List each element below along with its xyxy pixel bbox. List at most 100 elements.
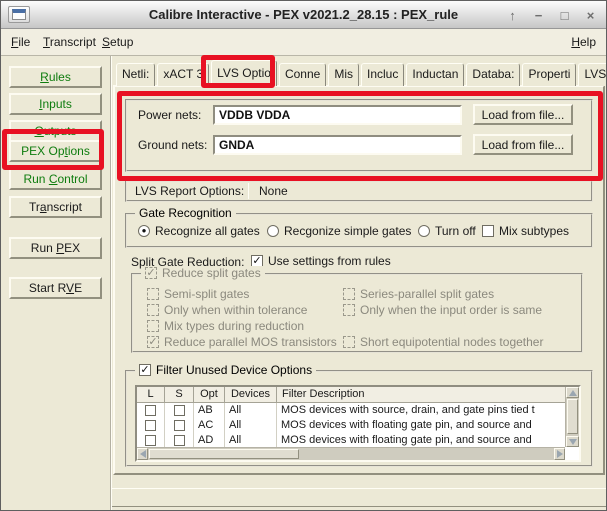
menu-file[interactable]: File — [7, 29, 34, 55]
radio-label: Turn off — [435, 224, 476, 238]
tab-inductance[interactable]: Inductan — [406, 63, 465, 86]
horizontal-scroll-thumb[interactable] — [149, 449, 299, 459]
horizontal-scrollbar[interactable] — [137, 447, 565, 460]
column-header-l[interactable]: L — [137, 387, 165, 402]
checkbox-icon — [147, 288, 159, 300]
shade-button[interactable]: ↑ — [505, 8, 520, 23]
checkbox-icon[interactable] — [145, 420, 156, 431]
checkbox-icon — [343, 336, 355, 348]
minimize-button[interactable]: − — [531, 8, 546, 23]
checkbox-filter-unused-device-options[interactable]: ✓ Filter Unused Device Options — [135, 363, 317, 377]
sidebar-button-outputs[interactable]: Outputs — [9, 120, 102, 142]
radio-label: Recgonize simple gates — [284, 224, 412, 238]
opt-cell: AC — [194, 418, 225, 433]
checkbox-icon[interactable] — [173, 405, 185, 416]
column-header-filter-description[interactable]: Filter Description — [277, 387, 565, 402]
sidebar-divider — [110, 56, 112, 510]
checkbox-mix-subtypes[interactable]: Mix subtypes — [482, 224, 569, 238]
table-header-row: L S Opt Devices Filter Description — [137, 387, 565, 403]
tab-xact3[interactable]: xACT 3 — [157, 63, 210, 86]
tab-lvs-box[interactable]: LVS B — [578, 63, 606, 86]
checkbox-icon[interactable] — [145, 435, 156, 446]
description-cell: MOS devices with floating gate pin, and … — [281, 434, 532, 446]
checkbox-icon[interactable] — [173, 435, 185, 446]
close-button[interactable]: × — [583, 8, 598, 23]
tab-netlist[interactable]: Netli: — [116, 63, 156, 86]
gate-recognition-title: Gate Recognition — [135, 206, 236, 220]
checkbox-icon: ✓ — [145, 266, 157, 279]
checkbox-icon — [343, 288, 355, 300]
tab-properties[interactable]: Properti — [522, 63, 577, 86]
tab-misc[interactable]: Mis — [328, 63, 359, 86]
column-header-devices[interactable]: Devices — [225, 387, 277, 402]
status-bar — [112, 488, 606, 507]
power-load-from-file-button[interactable]: Load from file... — [473, 104, 573, 125]
sidebar-button-inputs[interactable]: Inputs — [9, 93, 102, 115]
checkbox-icon — [147, 304, 159, 316]
menubar: File Transcript Setup Help — [1, 29, 606, 56]
radio-icon — [418, 225, 430, 237]
tab-include[interactable]: Incluc — [361, 63, 405, 86]
scroll-up-button[interactable] — [566, 387, 579, 398]
lvs-report-options-row[interactable]: LVS Report Options: None — [125, 180, 593, 202]
ground-load-from-file-button[interactable]: Load from file... — [473, 134, 573, 155]
checkbox-only-when-input-order-same: Only when the input order is same — [343, 303, 542, 317]
checkbox-icon[interactable] — [145, 405, 156, 416]
devices-cell: All — [225, 418, 277, 433]
column-header-opt[interactable]: Opt — [194, 387, 225, 402]
opt-cell: AB — [194, 403, 225, 418]
table-row[interactable]: AB All MOS devices with source, drain, a… — [137, 403, 565, 418]
sidebar-button-run-control[interactable]: Run Control — [9, 168, 102, 190]
vertical-scrollbar[interactable] — [565, 387, 579, 447]
column-header-s[interactable]: S — [165, 387, 194, 402]
menu-help[interactable]: Help — [567, 29, 600, 55]
radio-recognize-all-gates[interactable]: ● Recognize all gates — [138, 224, 260, 238]
menu-transcript[interactable]: Transcript — [39, 29, 100, 55]
sidebar-button-rules[interactable]: Rules — [9, 66, 102, 88]
scroll-down-button[interactable] — [566, 436, 579, 447]
radio-icon: ● — [138, 225, 150, 237]
checkbox-label: Reduce split gates — [162, 266, 261, 280]
checkbox-icon — [482, 225, 494, 237]
checkbox-label: Series-parallel split gates — [360, 287, 495, 301]
right-arrow-icon — [556, 450, 563, 458]
opt-cell: AD — [194, 433, 225, 448]
tab-lvs-options[interactable]: LVS Optio — [211, 60, 277, 86]
checkbox-series-parallel-split-gates: Series-parallel split gates — [343, 287, 494, 301]
power-nets-input[interactable] — [213, 105, 462, 125]
table-row[interactable]: AC All MOS devices with floating gate pi… — [137, 418, 565, 433]
checkbox-label: Reduce parallel MOS transistors — [164, 335, 337, 349]
sidebar-button-pex-options[interactable]: PEX Options — [9, 140, 102, 162]
menu-setup[interactable]: Setup — [98, 29, 137, 55]
table-row[interactable]: AD All MOS devices with floating gate pi… — [137, 433, 565, 448]
checkbox-reduce-split-gates: ✓ Reduce split gates — [141, 266, 265, 280]
up-arrow-icon — [568, 389, 577, 396]
checkbox-label: Short equipotential nodes together — [360, 335, 544, 349]
maximize-button[interactable]: □ — [557, 8, 572, 23]
left-arrow-icon — [139, 450, 146, 458]
checkbox-use-settings-from-rules[interactable]: ✓ Use settings from rules — [251, 254, 391, 268]
checkbox-label: Semi-split gates — [164, 287, 250, 301]
start-rve-button[interactable]: Start RVE — [9, 277, 102, 299]
checkbox-icon[interactable] — [173, 420, 185, 431]
radio-turn-off[interactable]: Turn off — [418, 224, 476, 238]
ground-nets-input[interactable] — [213, 135, 462, 155]
scroll-right-button[interactable] — [554, 448, 565, 460]
tab-database[interactable]: Databa: — [466, 63, 521, 86]
ground-nets-label: Ground nets: — [138, 138, 208, 152]
s-cell — [165, 418, 194, 433]
scroll-left-button[interactable] — [137, 448, 148, 460]
checkbox-label: Mix types during reduction — [164, 319, 305, 333]
lvs-report-separator — [248, 183, 249, 199]
checkbox-mix-types-during-reduction: Mix types during reduction — [147, 319, 304, 333]
checkbox-label: Mix subtypes — [499, 224, 570, 238]
window-controls: ↑ − □ × — [505, 1, 598, 29]
down-arrow-icon — [568, 438, 577, 445]
sidebar-button-transcript[interactable]: Transcript — [9, 196, 102, 218]
radio-recognize-simple-gates[interactable]: Recgonize simple gates — [267, 224, 411, 238]
run-pex-button[interactable]: Run PEX — [9, 237, 102, 259]
description-cell: MOS devices with source, drain, and gate… — [281, 404, 535, 416]
vertical-scroll-thumb[interactable] — [567, 399, 578, 434]
s-cell — [165, 403, 194, 418]
tab-connect[interactable]: Conne — [278, 63, 327, 86]
